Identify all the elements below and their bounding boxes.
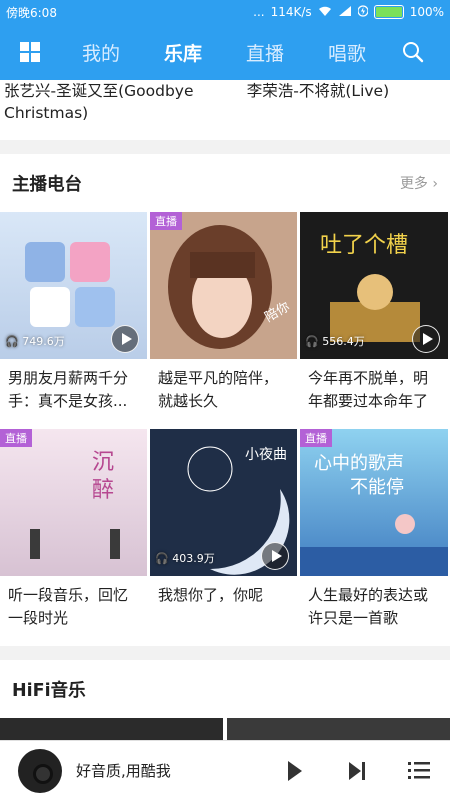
radio-caption: 我想你了，你呢 xyxy=(158,586,264,604)
battery-icon xyxy=(373,5,404,19)
radio-caption: 今年再不脱单，明年都要过本命年了 xyxy=(308,369,429,410)
listen-count: 🎧 556.4万 xyxy=(305,335,365,348)
svg-text:醉: 醉 xyxy=(92,478,114,503)
top-nav: 我的 乐库 直播 唱歌 xyxy=(0,24,450,80)
network-speed: 114K/s xyxy=(270,5,312,19)
radio-card[interactable]: 沉 醉 直播 听一段音乐，回忆一段时光 xyxy=(0,429,150,646)
song-item[interactable]: 李荣浩-不将就(Live) xyxy=(225,80,446,140)
live-badge: 直播 xyxy=(300,429,332,447)
radio-caption: 男朋友月薪两千分手：真不是女孩... xyxy=(8,369,129,410)
tab-sing[interactable]: 唱歌 xyxy=(306,39,388,66)
menu-grid-icon[interactable] xyxy=(0,24,60,80)
tab-library[interactable]: 乐库 xyxy=(142,39,224,66)
hifi-section: HiFi音乐 xyxy=(0,660,450,740)
signal-icon xyxy=(338,5,352,20)
playlist-icon[interactable] xyxy=(388,761,450,781)
svg-text:吐了个槽: 吐了个槽 xyxy=(320,233,408,258)
hifi-grid xyxy=(0,718,450,740)
radio-card[interactable]: 心中的歌声 不能停 直播 人生最好的表达或许只是一首歌 xyxy=(300,429,450,646)
search-icon[interactable] xyxy=(388,41,438,63)
svg-text:心中的歌声: 心中的歌声 xyxy=(314,453,404,474)
radio-cover: 吐了个槽 🎧 556.4万 xyxy=(300,212,448,359)
play-icon[interactable] xyxy=(111,325,139,353)
svg-text:小夜曲: 小夜曲 xyxy=(245,447,287,463)
hifi-cover[interactable] xyxy=(0,718,223,740)
tab-mine[interactable]: 我的 xyxy=(60,39,142,66)
radio-cover: 小夜曲 🎧 403.9万 xyxy=(150,429,297,576)
live-badge: 直播 xyxy=(150,212,182,230)
more-link[interactable]: 更多 › xyxy=(400,173,438,193)
top-song-list: 张艺兴-圣诞又至(Goodbye Christmas) 李荣浩-不将就(Live… xyxy=(0,80,450,140)
radio-cover: 🎧 749.6万 xyxy=(0,212,147,359)
album-disc-icon[interactable] xyxy=(18,748,62,793)
section-title: 主播电台 xyxy=(12,174,82,195)
listen-count: 🎧 403.9万 xyxy=(155,552,215,565)
radio-cover: 沉 醉 直播 xyxy=(0,429,147,576)
hifi-cover[interactable] xyxy=(227,718,450,740)
play-icon[interactable] xyxy=(261,542,289,570)
play-icon[interactable] xyxy=(412,325,440,353)
mini-player: 好音质,用酷我 xyxy=(0,740,450,800)
listen-count: 🎧 749.6万 xyxy=(5,335,65,348)
now-playing-text[interactable]: 好音质,用酷我 xyxy=(62,760,264,781)
radio-card[interactable]: 小夜曲 🎧 403.9万 我想你了，你呢 xyxy=(150,429,300,646)
radio-caption: 人生最好的表达或许只是一首歌 xyxy=(308,586,429,627)
battery-percent: 100% xyxy=(409,5,444,19)
radio-cover: 心中的歌声 不能停 直播 xyxy=(300,429,448,576)
radio-grid: 🎧 749.6万 男朋友月薪两千分手：真不是女孩... 陪你 直播 越是平凡的陪… xyxy=(0,212,450,646)
radio-section: 主播电台 更多 › 🎧 749.6万 男朋友月薪两千分手：真不是女孩... 陪你… xyxy=(0,154,450,646)
svg-text:不能停: 不能停 xyxy=(350,477,404,498)
wifi-icon xyxy=(318,5,332,20)
play-icon[interactable] xyxy=(264,760,326,782)
charging-icon xyxy=(357,4,369,20)
svg-text:沉: 沉 xyxy=(92,450,114,475)
next-track-icon[interactable] xyxy=(326,760,388,782)
radio-caption: 越是平凡的陪伴，就越长久 xyxy=(158,369,279,410)
radio-card[interactable]: 吐了个槽 🎧 556.4万 今年再不脱单，明年都要过本命年了 xyxy=(300,212,450,429)
library-content[interactable]: 张艺兴-圣诞又至(Goodbye Christmas) 李荣浩-不将就(Live… xyxy=(0,80,450,740)
radio-cover: 陪你 直播 xyxy=(150,212,297,359)
status-time: 傍晚6:08 xyxy=(6,5,57,20)
live-badge: 直播 xyxy=(0,429,32,447)
radio-caption: 听一段音乐，回忆一段时光 xyxy=(8,586,129,627)
tab-live[interactable]: 直播 xyxy=(224,39,306,66)
song-item[interactable]: 张艺兴-圣诞又至(Goodbye Christmas) xyxy=(4,80,225,140)
status-bar: 傍晚6:08 ... 114K/s 100% xyxy=(0,0,450,24)
section-title: HiFi音乐 xyxy=(12,680,86,701)
status-dots: ... xyxy=(253,5,265,19)
radio-card[interactable]: 🎧 749.6万 男朋友月薪两千分手：真不是女孩... xyxy=(0,212,150,429)
radio-card[interactable]: 陪你 直播 越是平凡的陪伴，就越长久 xyxy=(150,212,300,429)
